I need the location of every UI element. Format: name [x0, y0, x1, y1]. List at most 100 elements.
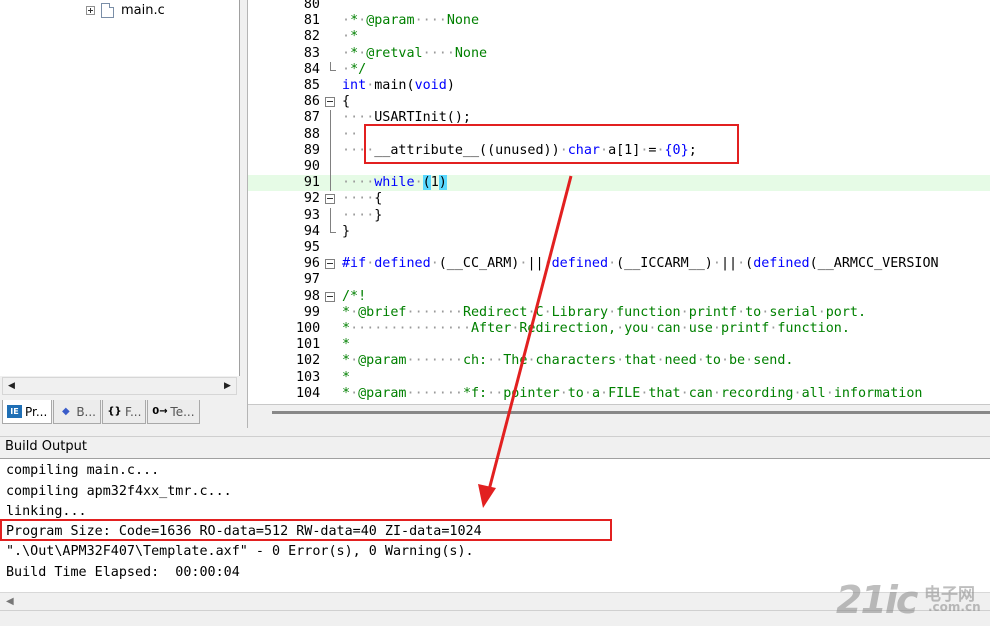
line-number: 85 — [303, 78, 320, 93]
project-tree[interactable]: main.c — [0, 0, 240, 376]
build-output-text[interactable]: compiling main.c... compiling apm32f4xx_… — [0, 458, 990, 592]
templates-icon: 0→ — [152, 406, 168, 417]
code-line[interactable]: 93 ····} — [248, 207, 990, 224]
code-line[interactable]: 82 ·* — [248, 29, 990, 45]
line-number: 104 — [296, 385, 321, 401]
fold-collapse-icon[interactable] — [325, 97, 335, 108]
line-number: 92 — [303, 191, 320, 207]
code-line[interactable]: 91 ····while·(1) — [248, 175, 990, 192]
functions-icon: {} — [107, 406, 122, 417]
line-number: 95 — [303, 240, 320, 255]
code-line[interactable]: 90 — [248, 159, 990, 176]
code-line[interactable]: 96 #if·defined·(__CC_ARM)·||·defined·(__I… — [248, 256, 990, 272]
code-text: #if·defined·(__CC_ARM)·||·defined·(__ICC… — [342, 256, 939, 272]
fold-end-guide — [330, 223, 336, 233]
code-line[interactable]: 95 — [248, 240, 990, 256]
build-output-title: Build Output — [5, 439, 87, 454]
line-number: 102 — [296, 353, 321, 369]
scroll-right-icon[interactable]: ▶ — [219, 378, 236, 394]
fold-collapse-icon[interactable] — [325, 291, 335, 302]
code-text: ·· — [342, 126, 359, 142]
output-line: Build Time Elapsed: 00:00:04 — [6, 565, 240, 580]
line-number: 80 — [303, 0, 320, 12]
fold-guide — [330, 175, 331, 192]
project-icon: IE — [7, 405, 22, 418]
tree-horizontal-scrollbar[interactable]: ◀ ▶ — [2, 377, 237, 395]
code-line[interactable]: 100 *···············After·Redirection,·yo… — [248, 321, 990, 337]
code-text: int·main(void) — [342, 78, 455, 93]
output-line: compiling main.c... — [6, 463, 160, 478]
code-text: ·*·@retval····None — [342, 45, 488, 61]
code-text: *·@brief·······Redirect·C·Library·functi… — [342, 304, 867, 320]
code-line[interactable]: 99 *·@brief·······Redirect·C·Library·func… — [248, 305, 990, 321]
line-number: 100 — [296, 321, 321, 336]
output-line: compiling apm32f4xx_tmr.c... — [6, 484, 232, 499]
code-text: } — [342, 223, 351, 239]
line-number: 81 — [303, 13, 320, 29]
tab-label: B... — [76, 404, 96, 419]
code-line[interactable]: 80 — [248, 0, 990, 13]
code-line[interactable]: 81 ·*·@param····None — [248, 13, 990, 29]
code-text: ····} — [342, 207, 383, 223]
code-text: ·*/ — [342, 61, 367, 77]
tree-item-label: main.c — [121, 2, 165, 18]
watermark-brand: 21ic — [836, 578, 918, 622]
code-line[interactable]: 103 * — [248, 370, 990, 386]
code-text: * — [342, 369, 351, 385]
line-number: 103 — [296, 369, 321, 385]
code-line[interactable]: 94} — [248, 223, 990, 240]
editor-horizontal-scrollbar[interactable] — [248, 404, 990, 428]
tab-templates[interactable]: 0→ Te... — [147, 400, 200, 424]
code-line[interactable]: 85 int·main(void) — [248, 78, 990, 94]
fold-guide — [330, 207, 331, 224]
tab-books[interactable]: ◆ B... — [53, 400, 101, 424]
project-tabs: IE Pr... ◆ B... {} F... 0→ Te... — [2, 400, 240, 424]
scroll-left-icon[interactable]: ◀ — [3, 378, 20, 394]
line-number: 88 — [303, 126, 320, 142]
fold-guide — [330, 126, 331, 143]
code-line[interactable]: 98 /*! — [248, 289, 990, 305]
code-editor[interactable]: 80 81 ·*·@param····None 82 ·* 83 ·*·@retval···… — [248, 0, 990, 404]
code-text: ····{ — [342, 191, 383, 207]
watermark-logo: 21ic 电子网 .com.cn — [836, 578, 986, 622]
line-number: 99 — [303, 304, 320, 320]
fold-end-guide — [330, 61, 336, 71]
code-line[interactable]: 104 *·@param·······*f:··pointer·to·a·FILE… — [248, 386, 990, 402]
code-line[interactable]: 102 *·@param·······ch:··The·characters·th… — [248, 353, 990, 369]
tab-functions[interactable]: {} F... — [102, 400, 147, 424]
code-line[interactable]: 89 ····__attribute__((unused))·char·a[1]·… — [248, 142, 990, 159]
code-line[interactable]: 84 ·*/ — [248, 61, 990, 78]
line-number: 89 — [303, 142, 320, 158]
scroll-left-icon[interactable]: ◀ — [6, 596, 14, 607]
line-number: 82 — [303, 29, 320, 45]
line-number: 96 — [303, 256, 320, 272]
code-line[interactable]: 92 ····{ — [248, 191, 990, 207]
code-text: ·*·@param····None — [342, 13, 480, 29]
code-text: * — [342, 337, 351, 353]
code-line[interactable]: 97 — [248, 272, 990, 288]
code-line[interactable]: 87 ····USARTInit(); — [248, 110, 990, 127]
file-icon — [101, 2, 114, 18]
fold-collapse-icon[interactable] — [325, 194, 335, 205]
fold-guide — [330, 142, 331, 159]
expand-icon[interactable] — [86, 5, 95, 15]
code-text: *···············After·Redirection,·you·c… — [342, 321, 850, 336]
code-line[interactable]: 101 * — [248, 337, 990, 353]
scroll-thumb[interactable] — [272, 411, 990, 414]
line-number: 83 — [303, 45, 320, 61]
tab-label: Pr... — [25, 404, 48, 419]
tab-project[interactable]: IE Pr... — [2, 400, 53, 424]
pane-splitter[interactable] — [240, 0, 248, 428]
line-number: 93 — [303, 207, 320, 223]
project-pane: main.c ◀ ▶ IE Pr... ◆ B... {} F... 0→ Te… — [0, 0, 240, 428]
fold-collapse-icon[interactable] — [325, 259, 335, 270]
code-line[interactable]: 86 { — [248, 94, 990, 110]
code-line[interactable]: 88 ·· — [248, 126, 990, 143]
tab-label: F... — [125, 404, 142, 419]
line-number: 94 — [303, 223, 320, 239]
line-number: 87 — [303, 110, 320, 126]
tree-item-main-c[interactable]: main.c — [86, 2, 165, 18]
code-text: ····__attribute__((unused))·char·a[1]·=·… — [342, 142, 697, 158]
code-line[interactable]: 83 ·*·@retval····None — [248, 46, 990, 62]
line-number: 91 — [303, 175, 320, 191]
